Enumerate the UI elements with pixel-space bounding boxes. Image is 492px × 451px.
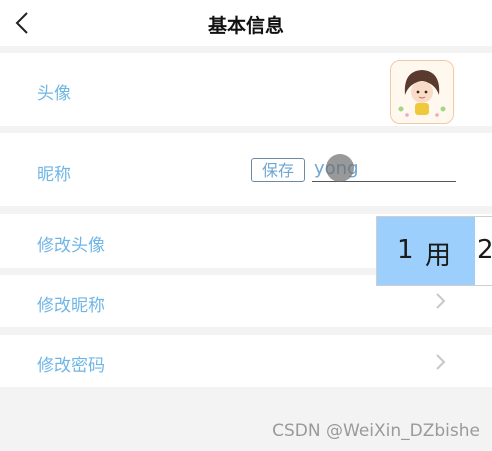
chevron-right-icon	[436, 293, 446, 309]
page-title: 基本信息	[207, 15, 284, 37]
nickname-input[interactable]	[312, 155, 456, 182]
avatar[interactable]	[390, 60, 454, 124]
edit-password-row[interactable]: 修改密码	[0, 335, 492, 387]
chevron-right-icon	[436, 354, 446, 370]
ime-candidate-index: 1	[397, 235, 414, 265]
ime-candidate-1[interactable]: 1 用	[377, 217, 475, 285]
header-bar: 基本信息	[0, 0, 492, 46]
watermark: CSDN @WeiXin_DZbishe	[272, 421, 480, 441]
avatar-label: 头像	[37, 84, 71, 104]
avatar-row[interactable]: 头像	[0, 53, 492, 126]
ime-candidate-text: 用	[425, 241, 452, 271]
edit-avatar-label: 修改头像	[37, 236, 105, 256]
save-button[interactable]: 保存	[251, 158, 305, 182]
nickname-row: 昵称 保存	[0, 133, 492, 206]
edit-password-label: 修改密码	[37, 356, 105, 376]
ime-next-candidate[interactable]: 2	[477, 235, 492, 265]
edit-nickname-label: 修改昵称	[37, 296, 105, 316]
nickname-label: 昵称	[37, 165, 71, 185]
ime-candidate-popup: 1 用 2	[376, 216, 492, 286]
avatar-image	[391, 61, 453, 123]
